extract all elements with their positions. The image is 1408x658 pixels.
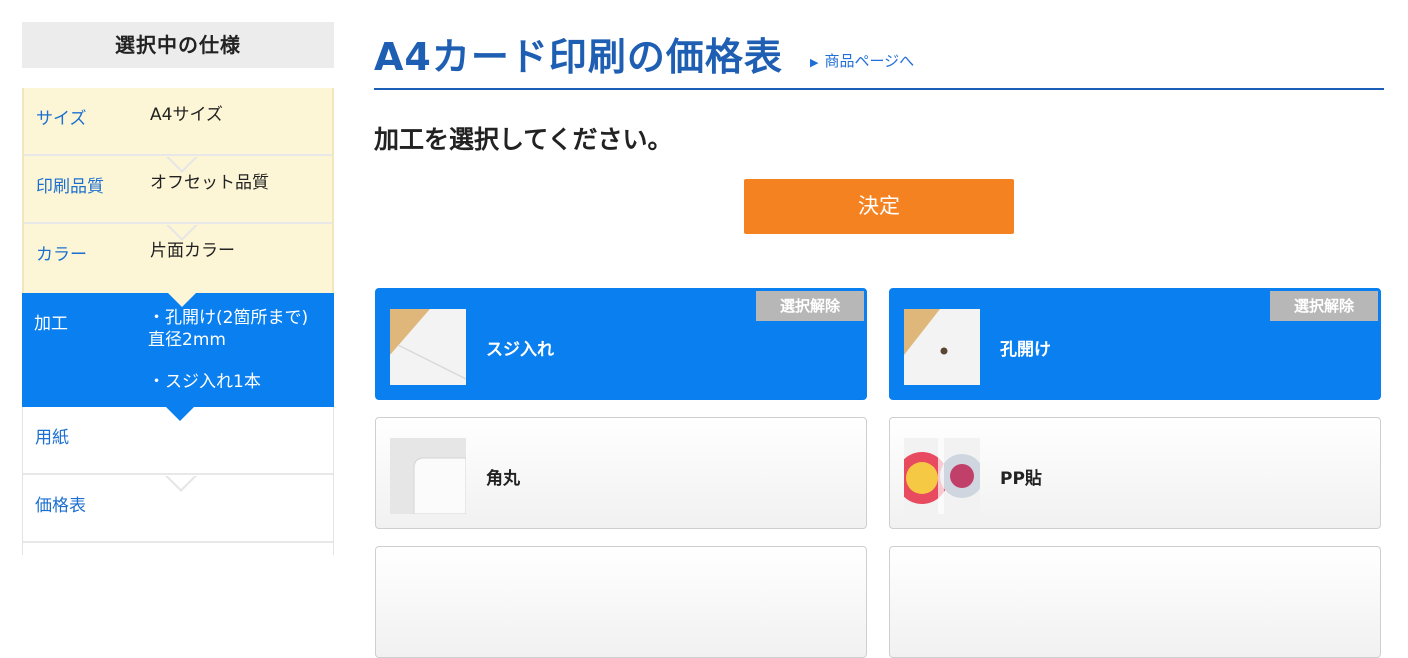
triangle-right-icon: ▶ <box>810 56 819 69</box>
spec-sidebar: 選択中の仕様 サイズ A4サイズ 印刷品質 オフセット品質 カラー 片面カラー … <box>22 22 334 555</box>
title-row: A4カード印刷の価格表 ▶ 商品ページへ <box>374 22 1384 90</box>
step-label: サイズ <box>36 109 87 129</box>
step-value: A4サイズ <box>150 105 223 125</box>
step-label: 用紙 <box>35 428 69 448</box>
step-arrow <box>168 293 196 307</box>
step-arrow <box>166 407 194 421</box>
rounded-corner-thumbnail <box>390 438 466 514</box>
step-processing[interactable]: 加工 ・孔開け(2箇所まで)直径2mm ・スジ入れ1本 <box>22 293 334 421</box>
option-name: 角丸 <box>486 469 520 489</box>
step-value: オフセット品質 <box>150 173 269 193</box>
step-label: 印刷品質 <box>36 177 104 197</box>
option-card-partial[interactable] <box>375 546 867 658</box>
spec-steps: サイズ A4サイズ 印刷品質 オフセット品質 カラー 片面カラー 加工 ・孔開け… <box>22 88 334 555</box>
step-arrow <box>167 475 195 489</box>
step-value: 片面カラー <box>150 241 235 261</box>
step-label: カラー <box>36 245 87 265</box>
option-name: スジ入れ <box>486 340 554 360</box>
step-arrow <box>168 224 196 238</box>
deselect-button[interactable]: 選択解除 <box>756 291 864 321</box>
hole-thumbnail <box>904 309 980 385</box>
option-card-rounded-corner[interactable]: 角丸 <box>375 417 867 529</box>
option-card-pp-lamination[interactable]: PP貼 <box>889 417 1381 529</box>
divider <box>23 541 333 543</box>
pp-lamination-thumbnail <box>904 438 980 514</box>
option-card-partial[interactable] <box>889 546 1381 658</box>
page-title: A4カード印刷の価格表 <box>374 35 783 79</box>
deselect-button[interactable]: 選択解除 <box>1270 291 1378 321</box>
decide-button[interactable]: 決定 <box>744 179 1014 234</box>
step-arrow <box>168 156 196 170</box>
option-card-hole[interactable]: 孔開け 選択解除 <box>889 288 1381 400</box>
option-name: 孔開け <box>1000 340 1051 360</box>
product-page-link-label: 商品ページへ <box>824 52 915 70</box>
main-content: A4カード印刷の価格表 ▶ 商品ページへ 加工を選択してください。 決定 スジ入れ… <box>374 22 1384 658</box>
section-prompt: 加工を選択してください。 <box>374 125 673 154</box>
option-name: PP貼 <box>1000 469 1042 489</box>
option-card-crease[interactable]: スジ入れ 選択解除 <box>375 288 867 400</box>
crease-thumbnail <box>390 309 466 385</box>
step-label: 加工 <box>34 314 68 334</box>
sidebar-heading: 選択中の仕様 <box>22 22 334 68</box>
step-value-crease: ・スジ入れ1本 <box>148 372 261 392</box>
step-value-hole: ・孔開け(2箇所まで)直径2mm <box>148 308 309 350</box>
product-page-link[interactable]: ▶ 商品ページへ <box>810 50 914 71</box>
step-size[interactable]: サイズ A4サイズ <box>22 88 334 173</box>
step-label: 価格表 <box>35 496 86 516</box>
